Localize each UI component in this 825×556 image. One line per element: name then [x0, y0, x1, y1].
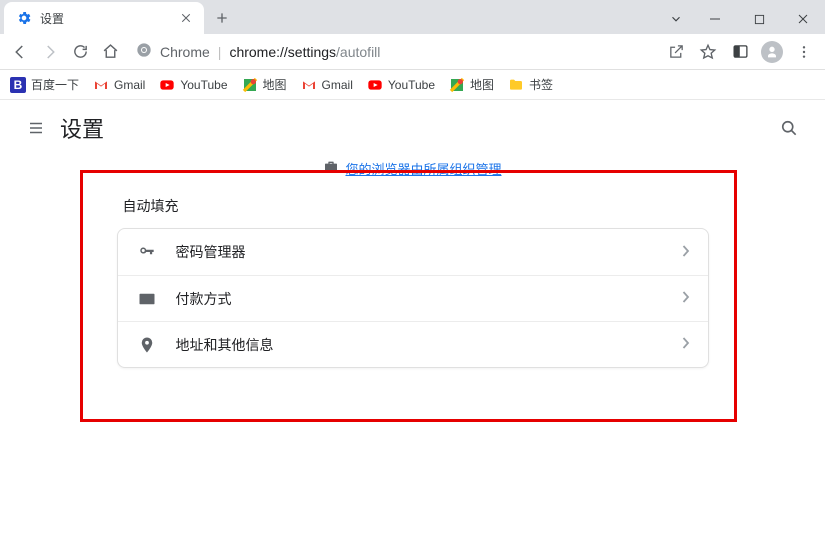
back-button[interactable]: [6, 38, 34, 66]
window-minimize-button[interactable]: [693, 4, 737, 34]
settings-header: 设置: [0, 100, 825, 156]
row-label: 付款方式: [176, 289, 682, 309]
side-panel-button[interactable]: [725, 38, 755, 66]
bookmark-label: 地图: [470, 76, 494, 93]
bookmark-label: 地图: [263, 76, 287, 93]
key-icon: [136, 243, 158, 261]
managed-banner-text: 您的浏览器由所属组织管理: [345, 159, 501, 178]
section-title: 自动填充: [123, 196, 709, 216]
maps-icon: [242, 77, 258, 93]
new-tab-button[interactable]: [208, 4, 236, 32]
forward-button[interactable]: [36, 38, 64, 66]
bookmark-maps[interactable]: 地图: [242, 76, 287, 93]
bookmarks-bar: B百度一下 Gmail YouTube 地图 Gmail YouTube 地图 …: [0, 70, 825, 100]
bookmark-label: Gmail: [322, 78, 353, 92]
managed-banner[interactable]: 您的浏览器由所属组织管理: [0, 156, 825, 180]
reload-button[interactable]: [66, 38, 94, 66]
row-label: 密码管理器: [176, 242, 682, 262]
page-title: 设置: [60, 112, 104, 144]
maps-icon: [449, 77, 465, 93]
folder-icon: [508, 77, 524, 93]
autofill-section: 自动填充 密码管理器 付款方式 地址和其他信息: [113, 196, 713, 368]
chevron-right-icon: [682, 337, 690, 352]
tab-title: 设置: [40, 10, 170, 27]
search-button[interactable]: [769, 108, 809, 148]
close-tab-button[interactable]: [178, 10, 194, 26]
bookmark-label: Gmail: [114, 78, 145, 92]
youtube-icon: [159, 77, 175, 93]
address-scheme-label: Chrome: [160, 44, 210, 60]
gmail-icon: [93, 77, 109, 93]
bookmark-youtube-2[interactable]: YouTube: [367, 77, 435, 93]
location-pin-icon: [136, 336, 158, 354]
window-close-button[interactable]: [781, 4, 825, 34]
window-controls: [659, 4, 825, 34]
autofill-card: 密码管理器 付款方式 地址和其他信息: [117, 228, 709, 368]
password-manager-row[interactable]: 密码管理器: [118, 229, 708, 275]
address-bar[interactable]: Chrome | chrome://settings/autofill: [126, 42, 659, 61]
baidu-icon: B: [10, 77, 26, 93]
bookmark-gmail[interactable]: Gmail: [93, 77, 145, 93]
payment-methods-row[interactable]: 付款方式: [118, 275, 708, 321]
address-url: chrome://settings/autofill: [229, 44, 380, 60]
chevron-right-icon: [682, 291, 690, 306]
share-button[interactable]: [661, 38, 691, 66]
tab-search-button[interactable]: [659, 4, 693, 34]
youtube-icon: [367, 77, 383, 93]
bookmark-youtube[interactable]: YouTube: [159, 77, 227, 93]
bookmark-baidu[interactable]: B 百度一下: [10, 76, 79, 93]
addresses-row[interactable]: 地址和其他信息: [118, 321, 708, 367]
menu-button[interactable]: [789, 38, 819, 66]
bookmark-maps-2[interactable]: 地图: [449, 76, 494, 93]
toolbar: Chrome | chrome://settings/autofill: [0, 34, 825, 70]
bookmark-label: YouTube: [180, 78, 227, 92]
bookmark-folder[interactable]: 书签: [508, 76, 553, 93]
settings-content: 您的浏览器由所属组织管理 自动填充 密码管理器 付款方式 地址和其他信息: [0, 156, 825, 368]
bookmark-label: 书签: [529, 76, 553, 93]
bookmark-star-button[interactable]: [693, 38, 723, 66]
chrome-logo-icon: [136, 42, 152, 61]
bookmark-label: 百度一下: [31, 76, 79, 93]
gmail-icon: [301, 77, 317, 93]
browser-tab[interactable]: 设置: [4, 2, 204, 34]
address-separator: |: [218, 44, 222, 60]
gear-icon: [16, 10, 32, 26]
window-titlebar: 设置: [0, 0, 825, 34]
briefcase-icon: [323, 159, 339, 178]
bookmark-gmail-2[interactable]: Gmail: [301, 77, 353, 93]
window-maximize-button[interactable]: [737, 4, 781, 34]
profile-avatar-button[interactable]: [757, 38, 787, 66]
home-button[interactable]: [96, 38, 124, 66]
bookmark-label: YouTube: [388, 78, 435, 92]
credit-card-icon: [136, 290, 158, 308]
settings-menu-button[interactable]: [16, 108, 56, 148]
row-label: 地址和其他信息: [176, 335, 682, 355]
chevron-right-icon: [682, 245, 690, 260]
